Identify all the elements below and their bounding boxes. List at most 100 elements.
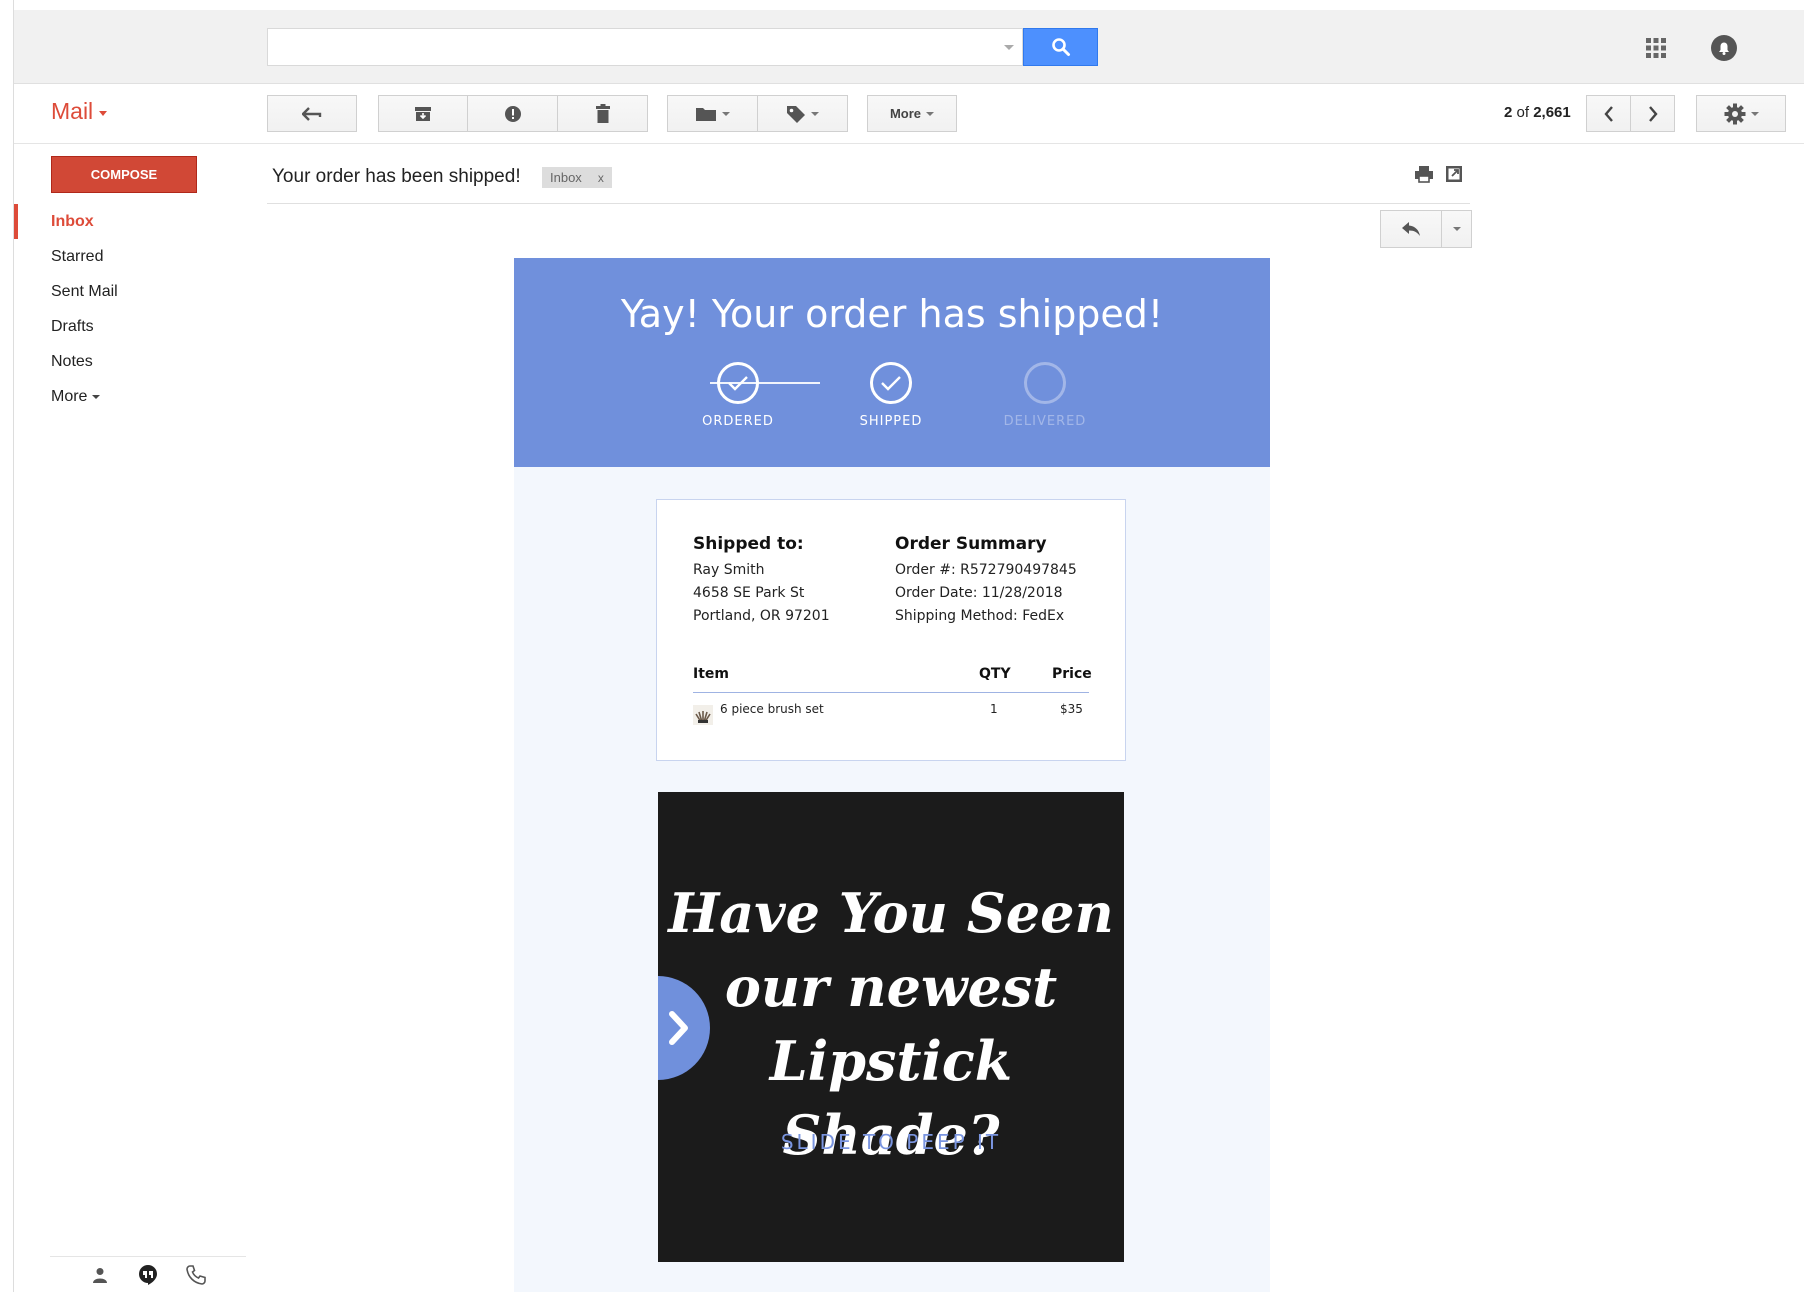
apps-grid-icon[interactable]	[1644, 36, 1668, 60]
search-button[interactable]	[1023, 28, 1098, 66]
email-hero: Yay! Your order has shipped! ORDERED SHI…	[514, 258, 1270, 467]
labels-button[interactable]	[758, 95, 848, 132]
compose-button[interactable]: COMPOSE	[51, 156, 197, 193]
items-header-price: Price	[1052, 666, 1092, 682]
message-subject: Your order has been shipped!	[272, 166, 521, 187]
sidebar-item-label: Inbox	[51, 212, 94, 230]
step-delivered-circle	[1024, 362, 1066, 404]
notifications-icon[interactable]	[1709, 33, 1739, 63]
pager-of: of	[1516, 104, 1530, 121]
chevron-down-icon	[92, 394, 101, 399]
sidebar-item-label: Sent Mail	[51, 282, 118, 300]
settings-button[interactable]	[1696, 95, 1786, 132]
chevron-right-icon	[669, 1011, 688, 1045]
search-icon	[1051, 38, 1070, 56]
search-box[interactable]	[267, 28, 1023, 66]
order-date: Order Date: 11/28/2018	[895, 585, 1063, 601]
step-delivered-label: DELIVERED	[1003, 414, 1087, 429]
checkmark-icon	[881, 376, 901, 391]
left-border	[13, 0, 14, 1292]
promo-banner[interactable]: Have You Seen our newest Lipstick Shade?…	[658, 792, 1124, 1262]
folder-icon	[696, 107, 716, 121]
sidebar-item-drafts[interactable]: Drafts	[14, 309, 244, 344]
report-spam-button[interactable]	[468, 95, 558, 132]
search-input[interactable]	[268, 29, 988, 65]
order-summary-card: Shipped to: Ray Smith 4658 SE Park St Po…	[656, 499, 1126, 761]
step-ordered-circle	[717, 362, 759, 404]
sidebar-item-label: More	[51, 387, 88, 405]
sidebar-footer	[50, 1256, 246, 1292]
sidebar-nav: Inbox Starred Sent Mail Drafts Notes Mor…	[14, 204, 244, 414]
hangouts-button[interactable]	[135, 1262, 161, 1288]
items-header-qty: QTY	[979, 666, 1011, 682]
shipped-to-heading: Shipped to:	[693, 534, 804, 554]
shipped-to-street: 4658 SE Park St	[693, 585, 805, 601]
promo-line-1: Have You Seen	[668, 881, 1114, 945]
mail-menu[interactable]: Mail	[51, 98, 108, 125]
email-body: Yay! Your order has shipped! ORDERED SHI…	[514, 258, 1270, 1292]
sidebar-item-starred[interactable]: Starred	[14, 239, 244, 274]
chevron-left-icon	[1603, 105, 1613, 122]
gear-icon	[1724, 103, 1745, 124]
chevron-down-icon	[926, 111, 935, 116]
reply-icon	[1402, 222, 1420, 236]
shipping-method: Shipping Method: FedEx	[895, 608, 1065, 624]
phone-icon	[186, 1264, 206, 1285]
inbox-label-chip[interactable]: Inbox x	[542, 167, 612, 188]
items-header-item: Item	[693, 666, 729, 682]
contacts-button[interactable]	[87, 1262, 113, 1288]
top-bar	[14, 10, 1804, 84]
chevron-down-icon	[1452, 227, 1461, 231]
trash-icon	[595, 104, 610, 123]
toolbar-row: Mail More 2 of 2,661	[14, 84, 1804, 144]
pager-nav-group	[1586, 95, 1675, 132]
chevron-down-icon	[722, 111, 730, 116]
step-shipped-label: SHIPPED	[859, 414, 923, 429]
archive-button[interactable]	[378, 95, 468, 132]
back-button[interactable]	[267, 95, 357, 132]
hangouts-icon	[139, 1264, 157, 1285]
sidebar-item-notes[interactable]: Notes	[14, 344, 244, 379]
item-price: $35	[1060, 702, 1083, 716]
move-to-button[interactable]	[667, 95, 758, 132]
step-ordered-label: ORDERED	[702, 414, 774, 429]
promo-headline: Have You Seen our newest Lipstick Shade?	[658, 876, 1124, 1172]
email-hero-title: Yay! Your order has shipped!	[620, 292, 1164, 336]
sidebar-item-more[interactable]: More	[14, 379, 244, 414]
label-chip-text: Inbox	[550, 170, 582, 185]
item-name: 6 piece brush set	[720, 702, 824, 716]
checkmark-icon	[728, 376, 748, 391]
sidebar-item-inbox[interactable]: Inbox	[14, 204, 244, 239]
item-qty: 1	[990, 702, 998, 716]
move-label-group	[667, 95, 848, 132]
person-icon	[93, 1267, 107, 1283]
order-summary-heading: Order Summary	[895, 534, 1047, 554]
reply-options-button[interactable]	[1442, 210, 1472, 248]
newer-button[interactable]	[1586, 95, 1631, 132]
reply-button-group	[1380, 210, 1472, 248]
chevron-down-icon	[99, 110, 108, 116]
product-thumbnail	[693, 705, 713, 725]
mail-label: Mail	[51, 98, 94, 124]
message-header: Your order has been shipped! Inbox x	[267, 160, 1470, 204]
items-divider	[693, 692, 1089, 693]
reply-button[interactable]	[1380, 210, 1442, 248]
phone-button[interactable]	[183, 1262, 209, 1288]
shipping-progress: ORDERED SHIPPED DELIVERED	[514, 362, 1270, 442]
more-actions-button[interactable]: More	[867, 95, 957, 132]
new-window-icon[interactable]	[1444, 164, 1464, 184]
back-arrow-icon	[302, 106, 322, 121]
pager-count: 2 of 2,661	[1504, 104, 1571, 121]
label-tag-icon	[787, 105, 805, 123]
sidebar-item-sent-mail[interactable]: Sent Mail	[14, 274, 244, 309]
step-shipped-circle	[870, 362, 912, 404]
search-options-caret[interactable]	[1004, 45, 1014, 50]
order-number: Order #: R572790497845	[895, 562, 1077, 578]
sidebar-item-label: Notes	[51, 352, 93, 370]
older-button[interactable]	[1631, 95, 1675, 132]
delete-button[interactable]	[558, 95, 648, 132]
action-button-group	[378, 95, 648, 132]
promo-line-2: our newest	[724, 955, 1058, 1019]
print-icon[interactable]	[1414, 164, 1434, 184]
remove-label-button[interactable]: x	[598, 171, 604, 185]
